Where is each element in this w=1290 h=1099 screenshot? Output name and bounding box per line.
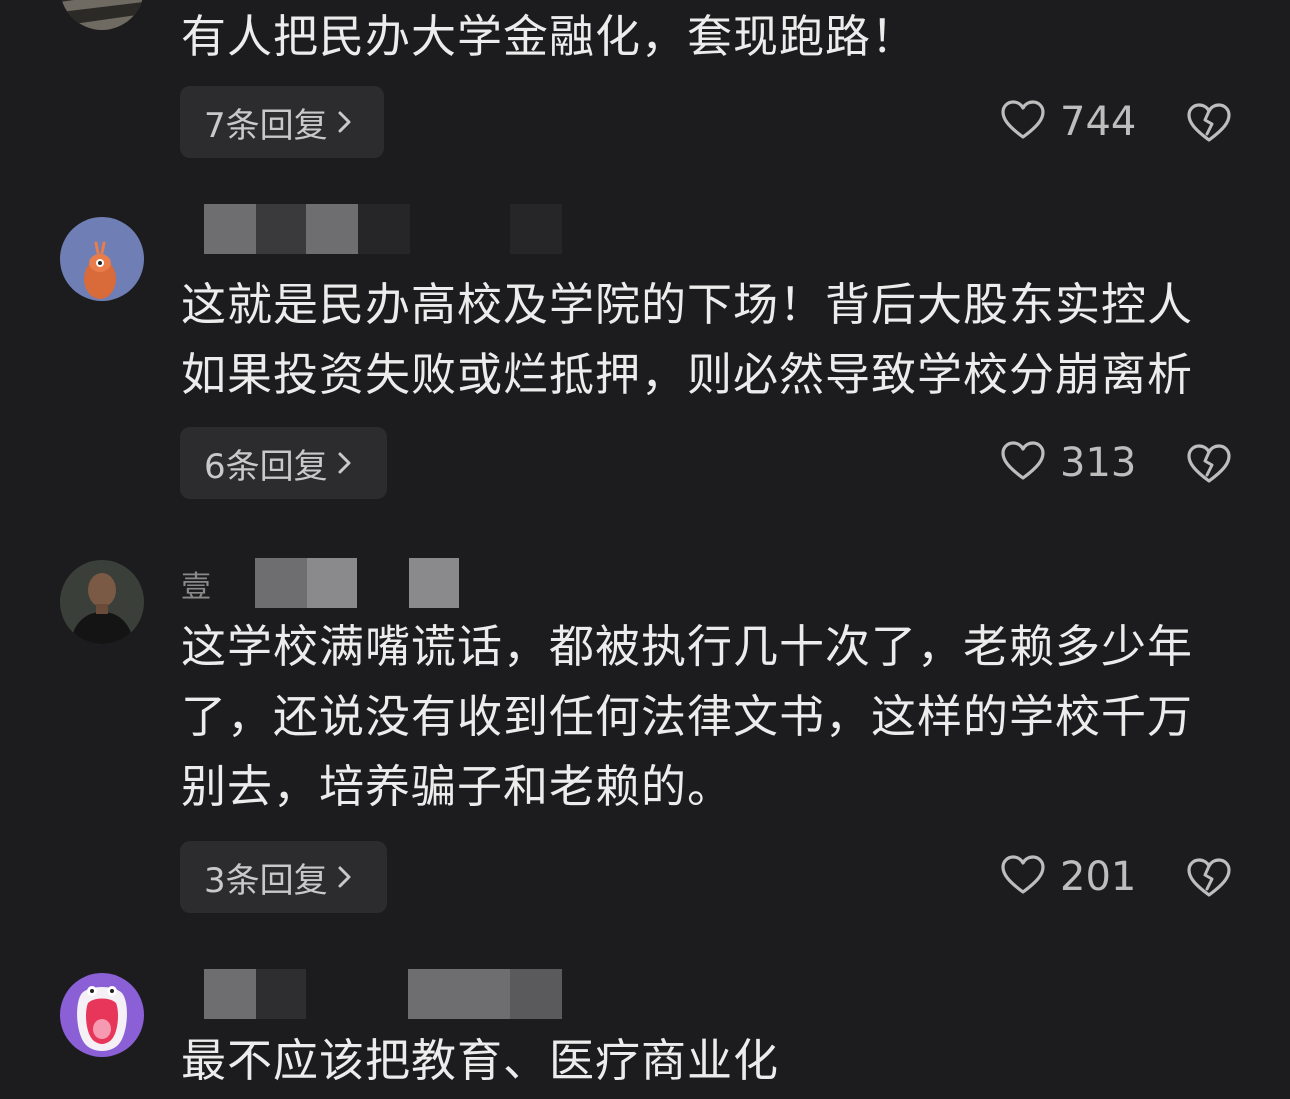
zebra-avatar-icon bbox=[60, 0, 144, 30]
comment-actions: 744 bbox=[1000, 86, 1240, 158]
monster-avatar-icon bbox=[60, 973, 144, 1057]
comment-text-line: 了，还说没有收到任何法律文书，这样的学校千万 bbox=[181, 690, 1194, 743]
avatar[interactable] bbox=[60, 0, 144, 30]
cartoon-avatar-icon bbox=[60, 217, 144, 301]
reply-count-label: 6条回复 bbox=[204, 446, 328, 487]
comment-text-line: 别去，培养骗子和老赖的。 bbox=[181, 760, 734, 813]
comment-actions: 313 bbox=[1000, 427, 1240, 499]
like-count: 313 bbox=[1060, 440, 1137, 486]
username-redacted: 壹 bbox=[181, 558, 501, 608]
like-button[interactable]: 201 bbox=[1000, 854, 1170, 900]
redaction-block bbox=[510, 969, 562, 1019]
view-replies-button[interactable]: 7条回复 bbox=[180, 86, 384, 158]
comment-text: 有人把民办大学金融化，套现跑路！ bbox=[181, 10, 918, 63]
heart-icon bbox=[1000, 854, 1046, 900]
heart-icon bbox=[1000, 440, 1046, 486]
comment-text: 这学校满嘴谎话，都被执行几十次了，老赖多少年 了，还说没有收到任何法律文书，这样… bbox=[181, 612, 1241, 822]
like-button[interactable]: 313 bbox=[1000, 440, 1170, 486]
redaction-block bbox=[409, 558, 459, 608]
view-replies-button[interactable]: 3条回复 bbox=[180, 841, 387, 913]
avatar[interactable] bbox=[60, 973, 144, 1057]
redaction-block bbox=[255, 558, 307, 608]
chevron-right-icon bbox=[336, 450, 354, 476]
reply-count-label: 3条回复 bbox=[204, 860, 328, 901]
redaction-block bbox=[358, 204, 410, 254]
comment-text-line: 这就是民办高校及学院的下场！背后大股东实控人 bbox=[181, 278, 1194, 331]
redaction-block bbox=[204, 204, 256, 254]
redaction-block bbox=[408, 969, 510, 1019]
redaction-block bbox=[256, 204, 306, 254]
comment-text-line: 如果投资失败或烂抵押，则必然导致学校分崩离析 bbox=[181, 348, 1194, 401]
like-button[interactable]: 744 bbox=[1000, 99, 1170, 145]
redaction-block bbox=[204, 969, 256, 1019]
like-count: 744 bbox=[1060, 99, 1137, 145]
chevron-right-icon bbox=[336, 109, 354, 135]
photo-avatar-icon bbox=[60, 560, 144, 644]
chevron-right-icon bbox=[336, 864, 354, 890]
redaction-block bbox=[256, 969, 306, 1019]
broken-heart-icon[interactable] bbox=[1186, 102, 1232, 148]
like-count: 201 bbox=[1060, 854, 1137, 900]
redaction-block bbox=[510, 204, 562, 254]
broken-heart-icon[interactable] bbox=[1186, 857, 1232, 903]
comment-text-line: 这学校满嘴谎话，都被执行几十次了，老赖多少年 bbox=[181, 620, 1194, 673]
redaction-block bbox=[307, 558, 357, 608]
username-redacted bbox=[181, 969, 601, 1019]
comment-text: 这就是民办高校及学院的下场！背后大股东实控人 如果投资失败或烂抵押，则必然导致学… bbox=[181, 270, 1241, 410]
comment-text: 最不应该把教育、医疗商业化 bbox=[181, 1034, 780, 1087]
comment-actions: 201 bbox=[1000, 841, 1240, 913]
redaction-block bbox=[306, 204, 358, 254]
view-replies-button[interactable]: 6条回复 bbox=[180, 427, 387, 499]
avatar[interactable] bbox=[60, 560, 144, 644]
reply-count-label: 7条回复 bbox=[204, 105, 328, 146]
heart-icon bbox=[1000, 99, 1046, 145]
avatar[interactable] bbox=[60, 217, 144, 301]
username-visible-char: 壹 bbox=[181, 570, 211, 605]
broken-heart-icon[interactable] bbox=[1186, 443, 1232, 489]
username-redacted bbox=[181, 204, 581, 254]
